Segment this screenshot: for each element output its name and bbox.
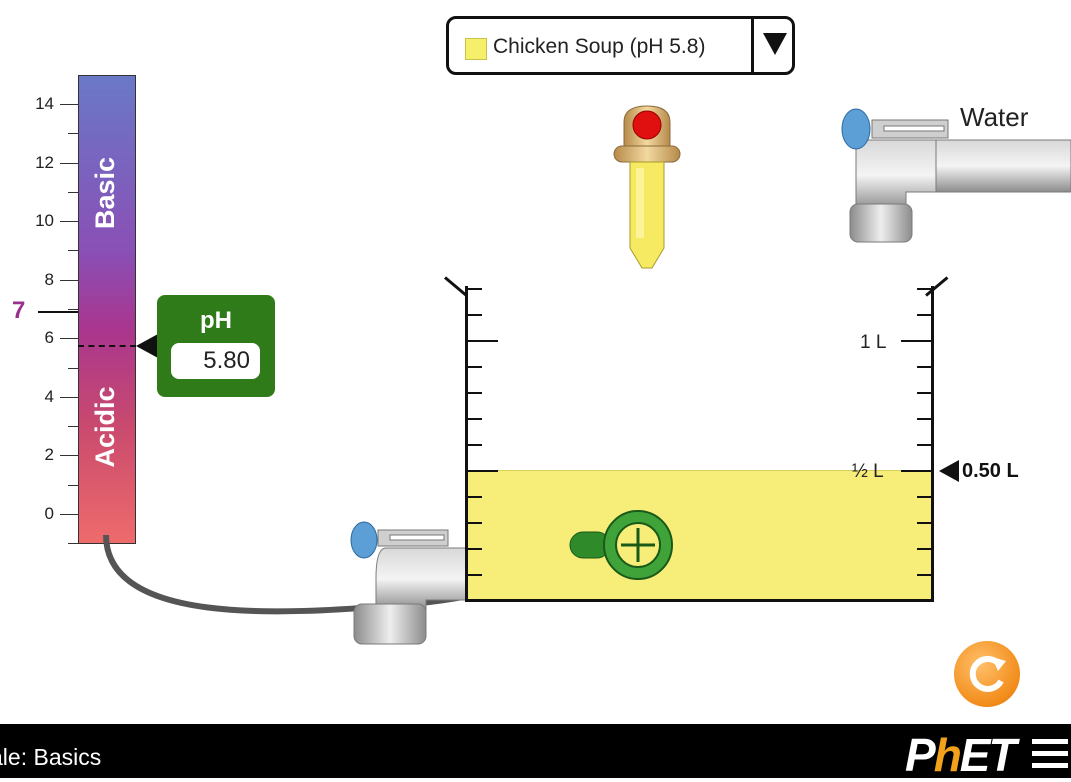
beaker-tick <box>468 366 482 368</box>
dropdown-divider <box>751 19 754 72</box>
logo-h: h <box>933 729 962 781</box>
ph-tick-label: 12 <box>35 153 54 172</box>
ph-tick <box>68 309 78 310</box>
beaker-wall-right <box>931 286 934 602</box>
menu-icon[interactable] <box>1032 739 1068 769</box>
drain-faucet[interactable] <box>346 518 468 648</box>
ph-title: pH <box>200 307 232 334</box>
ph-tick <box>68 543 78 544</box>
beaker-rim-right <box>925 276 949 297</box>
ph-tick <box>68 426 78 427</box>
beaker-tick <box>468 340 498 342</box>
ph-tick <box>60 221 78 222</box>
beaker-bottom <box>465 599 934 602</box>
ph-readout-box: pH 5.80 <box>157 295 275 397</box>
ph-tick-label: 6 <box>44 328 54 347</box>
water-faucet-knob-icon <box>841 108 871 150</box>
ph-probe[interactable] <box>568 508 676 584</box>
beaker-tick <box>901 340 931 342</box>
beaker-liquid <box>466 470 933 601</box>
drain-faucet-knob-icon <box>350 521 378 559</box>
ph-tick <box>60 455 78 456</box>
reset-icon <box>969 656 1006 692</box>
beaker-tick <box>468 522 482 524</box>
beaker-tick <box>468 288 482 290</box>
water-label: Water <box>960 102 1029 132</box>
ph-tick <box>60 397 78 398</box>
reset-all-button[interactable] <box>954 641 1020 707</box>
volume-pointer-arrow-icon <box>939 460 959 482</box>
neutral-label: 7 <box>12 297 26 324</box>
beaker-tick <box>468 548 482 550</box>
beaker-tick <box>468 418 482 420</box>
beaker-tick <box>468 574 482 576</box>
water-faucet[interactable] <box>836 100 1071 245</box>
acidic-label: Acidic <box>90 386 120 468</box>
beaker-tick <box>468 314 482 316</box>
ph-tick-label: 10 <box>35 211 54 230</box>
beaker-tick <box>917 548 931 550</box>
sim-title: ale: Basics <box>0 744 102 770</box>
solute-dropdown[interactable]: Chicken Soup (pH 5.8) <box>446 16 795 75</box>
beaker-tick <box>917 366 931 368</box>
ph-tick-label: 4 <box>44 387 54 406</box>
ph-pointer-arrow-icon <box>136 334 158 358</box>
beaker-tick <box>468 444 482 446</box>
beaker-tick <box>901 470 931 472</box>
beaker-tick <box>468 496 482 498</box>
ph-value: 5.80 <box>171 343 260 379</box>
neutral-marker-line <box>38 311 78 313</box>
ph-tick <box>60 280 78 281</box>
ph-tick <box>60 163 78 164</box>
dropper-button-icon <box>632 110 662 140</box>
beaker-tick <box>917 574 931 576</box>
beaker-tick <box>917 522 931 524</box>
beaker-tick <box>917 418 931 420</box>
phet-logo[interactable]: PhET <box>905 728 1017 782</box>
solute-label: Chicken Soup (pH 5.8) <box>493 35 706 58</box>
beaker-tick <box>917 392 931 394</box>
volume-readout: 0.50 L <box>962 460 1019 482</box>
basic-label: Basic <box>90 156 120 230</box>
ph-tick <box>68 485 78 486</box>
chevron-down-icon[interactable] <box>763 33 787 55</box>
ph-tick <box>68 192 78 193</box>
ph-tick <box>60 514 78 515</box>
beaker-half-label: ½ L <box>852 461 884 482</box>
ph-tick <box>68 250 78 251</box>
beaker-tick <box>917 314 931 316</box>
ph-tick-label: 0 <box>44 504 54 523</box>
navigation-bar: ale: Basics PhET <box>0 724 1071 781</box>
ph-tick <box>60 338 78 339</box>
logo-p: P <box>905 729 936 781</box>
solute-color-swatch <box>465 38 487 60</box>
beaker-tick <box>917 496 931 498</box>
beaker-1l-label: 1 L <box>860 332 887 353</box>
ph-tick-label: 8 <box>44 270 54 289</box>
ph-tick <box>68 368 78 369</box>
logo-et: ET <box>959 729 1017 781</box>
beaker-tick <box>468 470 498 472</box>
ph-tick <box>60 104 78 105</box>
beaker-rim-left <box>444 276 468 297</box>
ph-tick-label: 14 <box>35 94 54 113</box>
beaker-tick <box>917 288 931 290</box>
ph-tick-label: 2 <box>44 445 54 464</box>
beaker-tick <box>917 444 931 446</box>
beaker-tick <box>468 392 482 394</box>
ph-level-dotted-line <box>78 345 136 347</box>
ph-tick <box>68 133 78 134</box>
dropper[interactable] <box>606 98 688 278</box>
